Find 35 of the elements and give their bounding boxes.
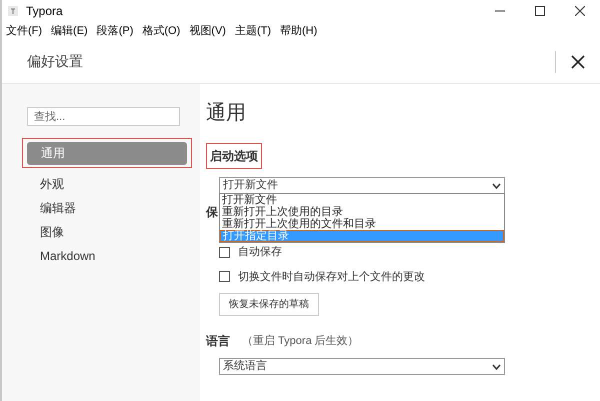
chevron-icon	[492, 182, 501, 188]
startup-select[interactable]: 打开新文件	[219, 177, 505, 194]
dropdown-option[interactable]: 重新打开上次使用的目录	[220, 206, 504, 218]
section-heading: 保	[206, 205, 218, 219]
sidebar-item[interactable]: 编辑器	[26, 196, 188, 220]
chevron-icon	[492, 364, 501, 370]
app-icon	[8, 6, 18, 16]
window-title: Typora	[26, 3, 63, 20]
sidebar-item[interactable]: 图像	[26, 220, 188, 244]
restore-drafts-button[interactable]: 恢复未保存的草稿	[219, 293, 319, 316]
menu-item[interactable]: 视图(V)	[189, 22, 226, 40]
checkbox-label: 切换文件时自动保存对上个文件的更改	[238, 270, 425, 284]
menu-item[interactable]: 帮助(H)	[280, 22, 318, 40]
section-note: （重启 Typora 后生效）	[242, 334, 359, 349]
page-title: 通用	[206, 101, 247, 125]
sidebar-item[interactable]: Markdown	[26, 244, 188, 268]
search-field[interactable]: 查找...	[27, 107, 180, 126]
menu-item[interactable]: 文件(F)	[6, 22, 42, 40]
section-heading: 语言	[206, 333, 230, 350]
dropdown-option[interactable]: 重新打开上次使用的文件和目录	[220, 218, 504, 230]
sidebar-item[interactable]: 外观	[26, 172, 188, 196]
close-icon	[571, 54, 585, 68]
checkbox-label: 自动保存	[238, 245, 282, 260]
dialog-title: 偏好设置	[27, 52, 83, 71]
menu-item[interactable]: 主题(T)	[234, 22, 271, 40]
section-heading: 启动选项	[206, 143, 262, 169]
menu-item[interactable]: 段落(P)	[96, 22, 134, 40]
menu-item[interactable]: 格式(O)	[142, 22, 180, 40]
language-select[interactable]: 系统语言	[219, 358, 505, 375]
maximize-icon	[535, 6, 545, 16]
close-icon	[575, 6, 585, 16]
dropdown-option[interactable]: 打开新文件	[220, 194, 504, 206]
checkbox[interactable]	[219, 246, 230, 258]
checkbox[interactable]	[219, 271, 230, 282]
menu-item[interactable]: 编辑(E)	[51, 22, 88, 40]
